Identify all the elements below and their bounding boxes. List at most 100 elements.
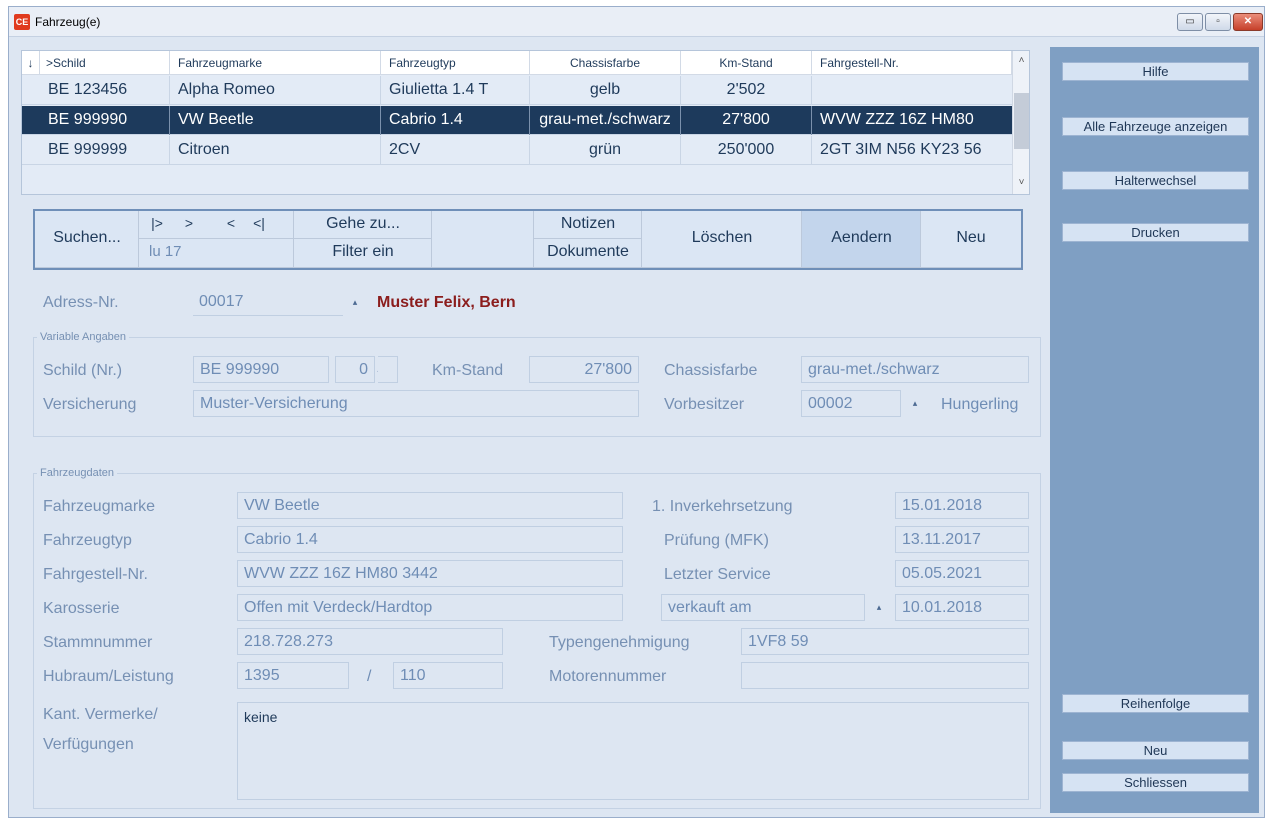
notes-button-label: Notizen [560,215,616,232]
order-button[interactable]: Reihenfolge [1062,694,1249,713]
column-header-schild[interactable]: >Schild [40,51,170,75]
last-service-field[interactable]: 05.05.2021 [895,560,1029,587]
plate-suffix-field[interactable]: 0 [335,356,375,383]
filter-button[interactable]: Filter ein [294,239,432,268]
insurance-field[interactable]: Muster-Versicherung [193,390,639,417]
filter-button-label: Filter ein [332,243,394,260]
sold-date-field[interactable]: 10.01.2018 [895,594,1029,621]
owner-change-button[interactable]: Halterwechsel [1062,171,1249,190]
minimize-button[interactable]: ▭ [1177,13,1203,31]
engine-number-field[interactable] [741,662,1029,689]
first-record-button[interactable]: |> [147,215,167,231]
displacement-separator: / [367,668,372,685]
help-button[interactable]: Hilfe [1062,62,1249,81]
column-header-fgnr[interactable]: Fahrgestell-Nr. [812,51,1012,75]
sort-icon[interactable]: ↓ [22,51,40,75]
delete-button-label: Löschen [691,229,753,246]
inspection-field[interactable]: 13.11.2017 [895,526,1029,553]
body-field[interactable]: Offen mit Verdeck/Hardtop [237,594,623,621]
search-button-label: Suchen... [53,229,121,246]
close-window-button[interactable]: Schliessen [1062,773,1249,792]
plate-suffix-box[interactable] [378,356,398,383]
maximize-button[interactable]: ▫ [1205,13,1231,31]
address-number-field[interactable]: 00017 [193,289,343,316]
new-button-label: Neu [956,229,986,246]
cell-fgnr: 2GT 3IM N56 KY23 56 [820,141,982,158]
previous-owner-spin-icon[interactable]: ▴ [903,390,927,417]
scroll-thumb[interactable] [1014,93,1029,149]
first-registration-field[interactable]: 15.01.2018 [895,492,1029,519]
new-button[interactable]: Neu [921,211,1021,268]
cell-fgnr: WVW ZZZ 16Z HM80 [820,111,974,128]
table-row[interactable]: BE 123456 Alpha Romeo Giulietta 1.4 T ge… [22,76,1012,105]
column-header-marke[interactable]: Fahrzeugmarke [170,51,381,75]
last-record-button[interactable]: <| [249,215,269,231]
chassis-number-label: Fahrgestell-Nr. [43,566,148,583]
show-all-vehicles-button[interactable]: Alle Fahrzeuge anzeigen [1062,117,1249,136]
column-header-km[interactable]: Km-Stand [681,51,812,75]
title-bar: CE Fahrzeug(e) ▭ ▫ ✕ [9,7,1264,37]
delete-button[interactable]: Löschen [642,211,802,268]
displacement-field[interactable]: 1395 [237,662,349,689]
remarks-label-line1: Kant. Vermerke/ [43,706,158,723]
close-button[interactable]: ✕ [1233,13,1263,31]
goto-button[interactable]: Gehe zu... [294,211,432,239]
chassis-number-field[interactable]: WVW ZZZ 16Z HM80 3442 [237,560,623,587]
search-button[interactable]: Suchen... [35,211,139,268]
sidebar-new-button[interactable]: Neu [1062,741,1249,760]
scroll-down-icon[interactable]: ˅ [1013,173,1030,193]
cell-farbe: grau-met./schwarz [530,106,681,135]
table-row-selected[interactable]: BE 999990 VW Beetle Cabrio 1.4 grau-met.… [22,106,1012,135]
type-approval-field[interactable]: 1VF8 59 [741,628,1029,655]
cell-km: 27'800 [681,106,812,135]
engine-number-label: Motorennummer [549,668,667,685]
insurance-label: Versicherung [43,396,137,413]
record-info: lu 17 [139,239,294,268]
edit-button[interactable]: Aendern [802,211,921,268]
window-title: Fahrzeug(e) [35,15,101,29]
documents-button[interactable]: Dokumente [534,239,642,268]
previous-owner-field[interactable]: 00002 [801,390,901,417]
vertical-scrollbar[interactable]: ˄ ˅ [1012,51,1029,194]
address-spin-icon[interactable]: ▴ [343,289,367,316]
km-field[interactable]: 27'800 [529,356,639,383]
edit-button-label: Aendern [831,229,892,246]
cell-farbe: gelb [530,76,681,105]
color-field[interactable]: grau-met./schwarz [801,356,1029,383]
inspection-label: Prüfung (MFK) [664,532,769,549]
cell-km: 2'502 [681,76,812,105]
next-record-button[interactable]: > [179,215,199,231]
type-field[interactable]: Cabrio 1.4 [237,526,623,553]
record-info-text: lu 17 [149,243,182,260]
address-name: Muster Felix, Bern [377,294,516,311]
master-number-field[interactable]: 218.728.273 [237,628,503,655]
documents-button-label: Dokumente [547,243,629,260]
plate-field[interactable]: BE 999990 [193,356,329,383]
scroll-up-icon[interactable]: ˄ [1013,51,1030,71]
remarks-textarea[interactable]: keine [237,702,1029,800]
type-approval-label: Typengenehmigung [549,634,690,651]
notes-button[interactable]: Notizen [534,211,642,239]
cell-farbe: grün [530,136,681,165]
cell-typ: 2CV [381,136,530,165]
displacement-label: Hubraum/Leistung [43,668,174,685]
column-header-typ[interactable]: Fahrzeugtyp [381,51,530,75]
power-field[interactable]: 110 [393,662,503,689]
address-label: Adress-Nr. [43,294,119,311]
plate-label: Schild (Nr.) [43,362,123,379]
app-logo-icon: CE [14,14,30,30]
type-label: Fahrzeugtyp [43,532,132,549]
sold-dropdown[interactable]: verkauft am [661,594,865,621]
print-button[interactable]: Drucken [1062,223,1249,242]
previous-owner-name: Hungerling [941,396,1019,413]
sold-spin-icon[interactable]: ▴ [867,594,891,621]
previous-owner-label: Vorbesitzer [664,396,745,413]
cell-fgnr [812,76,1012,105]
prev-record-button[interactable]: < [221,215,241,231]
column-header-farbe[interactable]: Chassisfarbe [530,51,681,75]
brand-field[interactable]: VW Beetle [237,492,623,519]
table-row[interactable]: BE 999999 Citroen 2CV grün 250'000 2GT 3… [22,136,1012,165]
remarks-label-line2: Verfügungen [43,736,134,753]
variable-group-title: Variable Angaben [37,331,130,343]
variable-group [33,337,1041,437]
